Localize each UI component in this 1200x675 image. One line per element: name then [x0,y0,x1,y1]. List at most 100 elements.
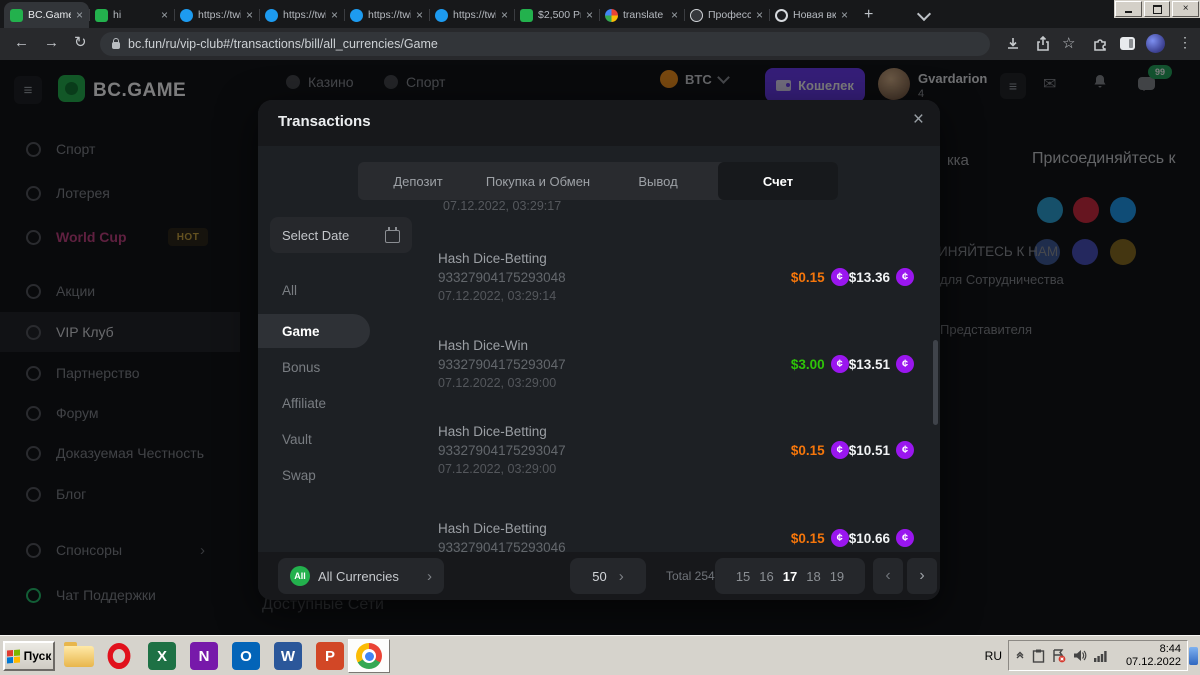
start-button[interactable]: Пуск [3,641,55,671]
new-tab-button[interactable]: + [864,6,873,24]
tab-close-icon[interactable]: × [841,8,848,22]
transaction-row[interactable]: Hash Dice-Win 93327904175293047 07.12.20… [438,333,932,395]
browser-tab-hi[interactable]: hi× [89,2,174,28]
back-icon[interactable]: ← [14,33,29,53]
coin-icon: ¢ [831,355,849,373]
show-desktop-button[interactable] [1189,647,1198,665]
taskbar: Пуск X N O W P RU 8:44 07.12.2022 [0,635,1200,675]
browser-tab-twitter-1[interactable]: https://twi× [174,2,259,28]
tab-label: BC.Game [28,9,71,21]
page-number[interactable]: 15 [736,569,750,584]
word-icon[interactable]: W [274,642,302,670]
filter-affiliate[interactable]: Affiliate [258,386,370,420]
screen: BC.Game × hi× https://twi× https://twi× h… [0,0,1200,675]
reload-icon[interactable]: ↻ [74,33,87,53]
transaction-name: Hash Dice-Win [438,336,701,355]
network-signal-icon[interactable] [1094,650,1109,662]
tab-close-icon[interactable]: × [161,8,168,22]
page-number[interactable]: 17 [783,569,797,584]
transaction-id: 93327904175293047 [438,441,701,460]
filter-vault[interactable]: Vault [258,422,370,456]
bcgame-favicon [95,9,108,22]
extensions-puzzle-icon[interactable] [1092,36,1108,52]
tab-close-icon[interactable]: × [756,8,763,22]
opera-favicon [775,9,788,22]
browser-profile-avatar[interactable] [1146,34,1165,53]
window-restore-button[interactable] [1144,1,1171,17]
browser-tab-promo[interactable]: $2,500 Pre× [514,2,599,28]
transaction-amount: $0.15 [791,270,825,285]
page-number[interactable]: 16 [759,569,773,584]
url-text[interactable]: bc.fun/ru/vip-club#/transactions/bill/al… [128,37,438,51]
tab-close-icon[interactable]: × [416,8,423,22]
opera-icon[interactable] [108,643,131,669]
address-bar[interactable]: bc.fun/ru/vip-club#/transactions/bill/al… [100,32,990,56]
forward-icon[interactable]: → [44,33,59,53]
tab-close-icon[interactable]: × [76,8,83,22]
bcgame-favicon [10,9,23,22]
clipboard-tray-icon[interactable] [1032,649,1045,663]
share-icon[interactable] [1035,36,1051,52]
page-size-select[interactable]: 50 › [570,558,646,594]
browser-menu-icon[interactable]: ⋮ [1178,34,1192,51]
action-center-flag-icon[interactable] [1052,649,1066,663]
tab-buy-swap[interactable]: Покупка и Обмен [478,162,598,200]
browser-tab-twitter-2[interactable]: https://twi× [259,2,344,28]
tab-label: Професси [708,9,751,21]
transaction-amount: $0.15 [791,531,825,546]
page-number[interactable]: 19 [830,569,844,584]
tab-withdraw[interactable]: Вывод [598,162,718,200]
file-explorer-icon[interactable] [64,646,94,667]
hidden-icons-chevron-icon[interactable] [1015,651,1025,661]
browser-tab-bcgame[interactable]: BC.Game × [4,2,89,28]
powerpoint-icon[interactable]: P [316,642,344,670]
select-date-button[interactable]: Select Date [270,217,412,253]
browser-tab-translate[interactable]: translate -× [599,2,684,28]
chrome-taskbar-button[interactable] [348,639,390,673]
tab-deposit[interactable]: Депозит [358,162,478,200]
browser-tab-newtab[interactable]: Новая вкл × [769,2,854,28]
bookmark-star-icon[interactable]: ☆ [1062,34,1075,54]
language-indicator[interactable]: RU [985,649,1002,663]
tab-close-icon[interactable]: × [586,8,593,22]
window-minimize-button[interactable] [1115,1,1142,17]
clock-date: 07.12.2022 [1126,656,1181,669]
onenote-icon[interactable]: N [190,642,218,670]
window-close-button[interactable]: × [1172,1,1199,17]
transaction-row[interactable]: Hash Dice-Betting 93327904175293047 07.1… [438,419,932,481]
tab-close-icon[interactable]: × [246,8,253,22]
modal-close-icon[interactable]: × [913,110,924,129]
prev-page-button[interactable]: ‹ [873,558,903,594]
coin-icon: ¢ [896,355,914,373]
filter-swap[interactable]: Swap [258,458,370,492]
filter-all[interactable]: All [258,273,370,307]
coin-icon: ¢ [896,441,914,459]
tab-bill[interactable]: Счет [718,162,838,200]
transaction-balance: $10.66 [849,531,890,546]
transaction-row[interactable]: Hash Dice-Betting 93327904175293048 07.1… [438,246,932,308]
transaction-amount-cell: $0.15¢ [701,441,848,459]
tab-close-icon[interactable]: × [331,8,338,22]
next-page-button[interactable]: › [907,558,937,594]
browser-tab-twitter-4[interactable]: https://twi× [429,2,514,28]
modal-scrollbar-thumb[interactable] [933,340,938,425]
browser-tab-twitter-3[interactable]: https://twi× [344,2,429,28]
pagination: 15 16 17 18 19 [715,558,865,594]
tab-close-icon[interactable]: × [501,8,508,22]
all-currencies-button[interactable]: All All Currencies › [278,558,444,594]
tab-label: Новая вкл [793,9,836,21]
filter-bonus[interactable]: Bonus [258,350,370,384]
outlook-icon[interactable]: O [232,642,260,670]
tab-close-icon[interactable]: × [671,8,678,22]
browser-tab-profession[interactable]: Професси × [684,2,769,28]
taskbar-clock[interactable]: 8:44 07.12.2022 [1126,643,1181,669]
filter-game[interactable]: Game [258,314,370,348]
side-panel-icon[interactable] [1120,37,1135,50]
page-number[interactable]: 18 [806,569,820,584]
restore-icon [1153,5,1162,14]
tab-search-chevron-icon[interactable] [917,7,931,21]
excel-icon[interactable]: X [148,642,176,670]
bcgame-favicon [520,9,533,22]
volume-icon[interactable] [1073,649,1087,662]
download-icon[interactable] [1005,36,1021,52]
